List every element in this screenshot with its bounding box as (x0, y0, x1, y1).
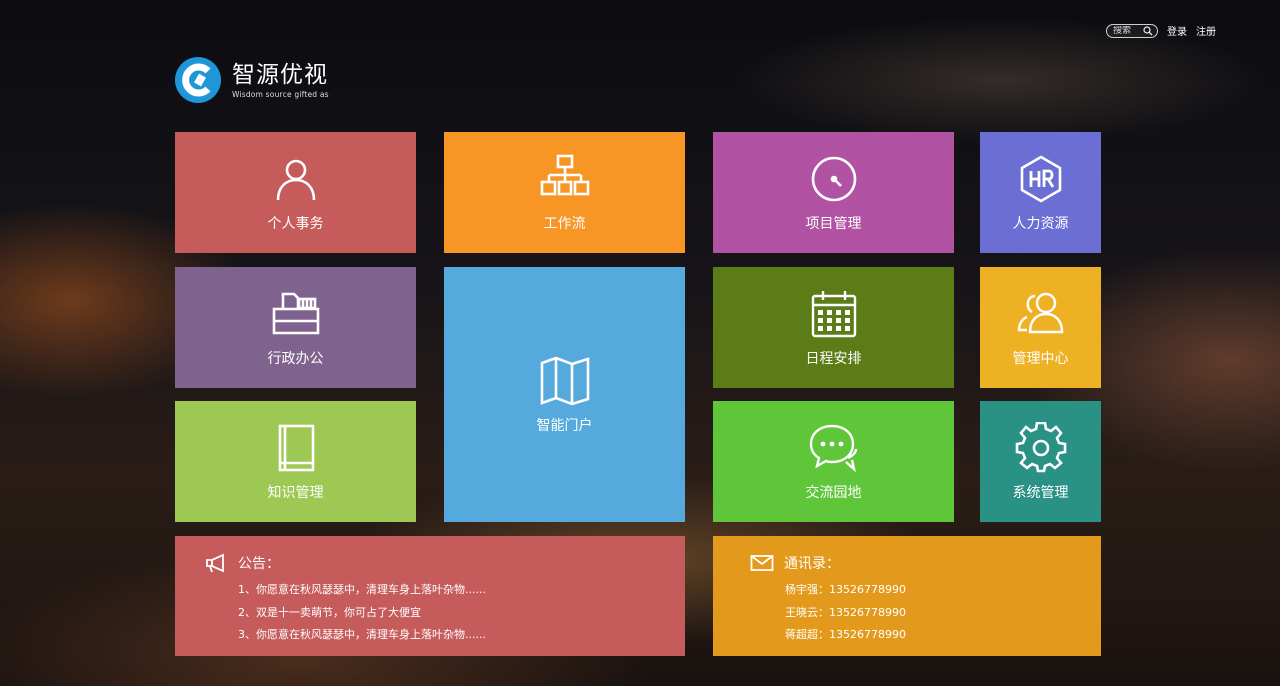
calendar-icon (811, 290, 856, 337)
contacts-panel: 通讯录： 杨宇强：13526778990 王晓云：13526778990 蒋超超… (713, 536, 1101, 656)
map-icon (540, 356, 589, 405)
tile-label: 项目管理 (805, 215, 862, 232)
brand-subtitle: Wisdom source gifted as (232, 89, 329, 99)
tile-knowledge[interactable]: 知识管理 (175, 401, 416, 522)
printer-icon (272, 292, 319, 334)
tile-mgmt[interactable]: 管理中心 (980, 267, 1101, 388)
tile-label: 知识管理 (267, 484, 324, 501)
contacts-list: 杨宇强：13526778990 王晓云：13526778990 蒋超超：1352… (785, 579, 1101, 647)
gear-icon (1015, 421, 1066, 472)
chat-bubbles-icon (809, 424, 857, 472)
login-link[interactable]: 登录 (1167, 23, 1187, 38)
tile-admin[interactable]: 行政办公 (175, 267, 416, 388)
megaphone-icon (206, 553, 224, 573)
contact-item[interactable]: 蒋超超：13526778990 (785, 624, 1101, 647)
tile-portal[interactable]: 智能门户 (444, 267, 685, 522)
brand-title: 智源优视 (232, 61, 328, 88)
tile-label: 智能门户 (536, 417, 593, 434)
logo-mark-icon (175, 57, 221, 103)
tile-label: 人力资源 (1012, 215, 1069, 232)
tile-schedule[interactable]: 日程安排 (713, 267, 954, 388)
book-icon (278, 424, 314, 471)
mail-icon (750, 555, 774, 571)
users-icon (1017, 292, 1063, 333)
tile-project[interactable]: 项目管理 (713, 132, 954, 253)
hr-hexagon-icon (1020, 154, 1061, 203)
tile-forum[interactable]: 交流园地 (713, 401, 954, 522)
brand-logo[interactable]: 智源优视 Wisdom source gifted as (174, 56, 329, 104)
notice-title: 公告： (238, 556, 280, 572)
tile-workflow[interactable]: 工作流 (444, 132, 685, 253)
search-icon[interactable] (1143, 25, 1153, 36)
notice-item[interactable]: 3、你愿意在秋风瑟瑟中，清理车身上落叶杂物...... (238, 624, 685, 647)
contacts-title: 通讯录： (784, 556, 840, 572)
tile-label: 行政办公 (267, 350, 324, 367)
top-bar: 登录 注册 (1106, 23, 1216, 38)
notice-header: 公告： (205, 553, 685, 573)
search-box[interactable] (1106, 23, 1158, 38)
notice-list: 1、你愿意在秋风瑟瑟中，清理车身上落叶杂物...... 2、双是十一卖萌节，你可… (238, 579, 685, 647)
tile-label: 管理中心 (1012, 350, 1069, 367)
org-chart-icon (540, 154, 589, 195)
notice-panel: 公告： 1、你愿意在秋风瑟瑟中，清理车身上落叶杂物...... 2、双是十一卖萌… (175, 536, 685, 656)
user-icon (276, 159, 315, 200)
register-link[interactable]: 注册 (1196, 23, 1216, 38)
tile-hr[interactable]: 人力资源 (980, 132, 1101, 253)
tile-label: 系统管理 (1012, 484, 1069, 501)
tile-label: 个人事务 (267, 215, 324, 232)
tile-label: 工作流 (543, 215, 586, 232)
notice-item[interactable]: 1、你愿意在秋风瑟瑟中，清理车身上落叶杂物...... (238, 579, 685, 602)
search-input[interactable] (1113, 25, 1143, 36)
clock-dial-icon (811, 156, 856, 201)
contact-item[interactable]: 王晓云：13526778990 (785, 602, 1101, 625)
tile-label: 交流园地 (805, 484, 862, 501)
contacts-header: 通讯录： (750, 553, 1101, 573)
notice-item[interactable]: 2、双是十一卖萌节，你可占了大便宜 (238, 602, 685, 625)
tile-system[interactable]: 系统管理 (980, 401, 1101, 522)
contact-item[interactable]: 杨宇强：13526778990 (785, 579, 1101, 602)
tile-personal[interactable]: 个人事务 (175, 132, 416, 253)
tile-label: 日程安排 (805, 350, 862, 367)
